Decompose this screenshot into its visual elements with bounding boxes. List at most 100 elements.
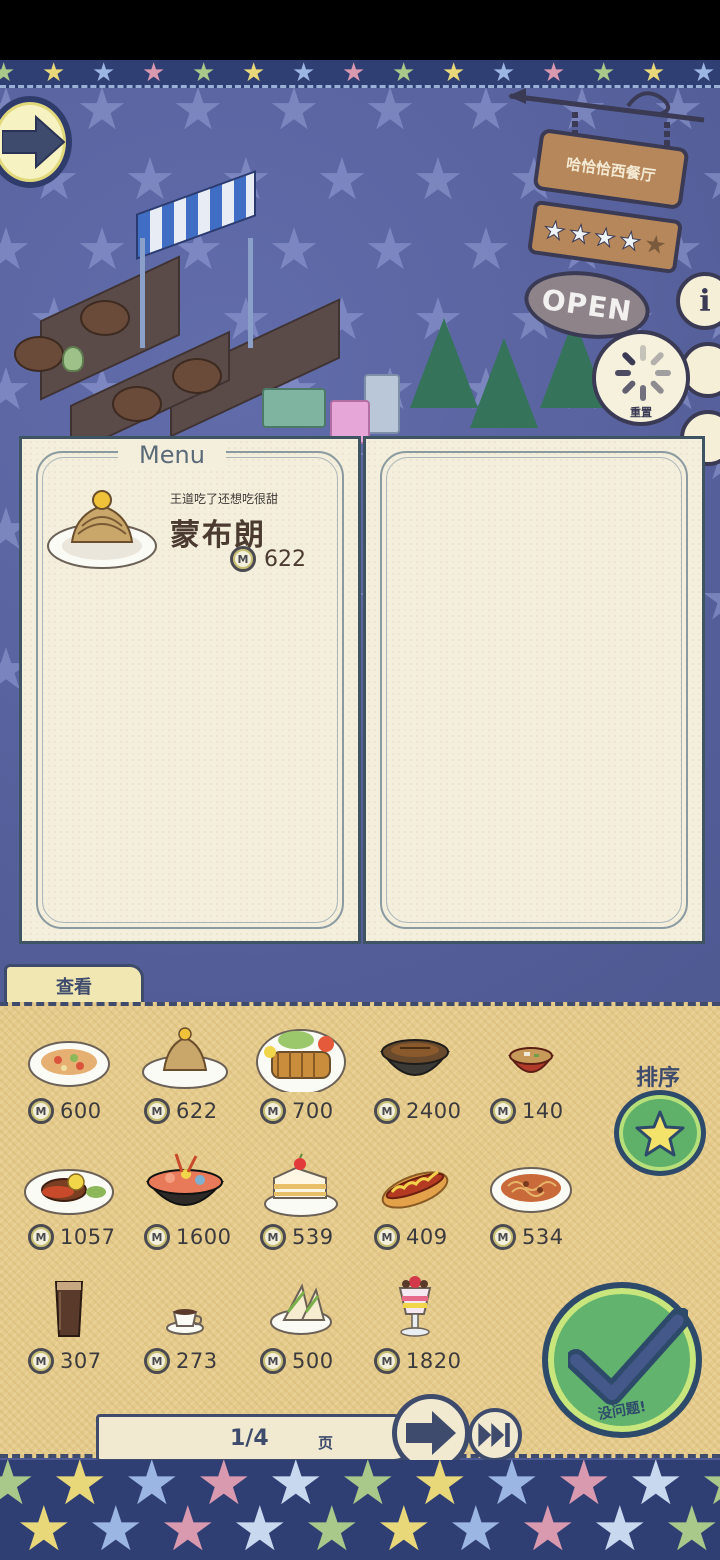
game-screen: ★ ★ ★ ★ ★ ★ ★ ★ ★ ★ ★ ★ ★ ★ ★ ★ ★ ★ ★ ★ ★ ★ ★ ★ ★ ★ ★ ★ ★ ★ ★ ★ ★ ★ ★ ★ ★ ★ ★ ★… xyxy=(0,0,720,1560)
coin-icon: M xyxy=(490,1224,516,1250)
dish-item[interactable]: M 1057 xyxy=(14,1140,126,1260)
menu-page-right xyxy=(363,436,705,944)
coin-icon: M xyxy=(144,1348,170,1374)
pot xyxy=(172,358,222,394)
spaghetti-plate-icon xyxy=(490,1167,572,1213)
border-star-icon: ★ xyxy=(342,58,366,88)
border-star-icon: ★ xyxy=(16,1492,72,1560)
skip-to-end-icon xyxy=(478,1423,510,1447)
dish-item[interactable]: M 273 xyxy=(130,1264,242,1384)
pot xyxy=(14,336,64,372)
iced-coffee-glass-icon xyxy=(54,1281,84,1337)
dish-price: M 622 xyxy=(144,1098,218,1124)
dish-price: M 140 xyxy=(490,1098,564,1124)
pot xyxy=(80,300,130,336)
dish-price: M 1057 xyxy=(28,1224,115,1250)
coin-icon: M xyxy=(374,1224,400,1250)
coffee-cup-icon xyxy=(166,1309,204,1335)
dish-price: M 700 xyxy=(260,1098,334,1124)
mont-blanc-plate-icon xyxy=(142,1027,228,1089)
border-star-icon: ★ xyxy=(642,58,666,88)
dish-price-value: 500 xyxy=(292,1349,334,1373)
awning xyxy=(136,170,256,260)
sandwich-plate-icon xyxy=(270,1283,332,1335)
dish-item[interactable]: M 700 xyxy=(246,1014,358,1134)
dish-item[interactable]: M 1600 xyxy=(130,1140,242,1260)
coin-icon: M xyxy=(28,1224,54,1250)
border-star-icon: ★ xyxy=(142,58,166,88)
dish-price-value: 409 xyxy=(406,1225,448,1249)
border-star-icon: ★ xyxy=(192,58,216,88)
dish-item[interactable]: M 500 xyxy=(246,1264,358,1384)
menu-item-price: M 622 xyxy=(230,546,306,572)
loading-spinner-icon xyxy=(615,345,671,401)
border-star-icon: ★ xyxy=(592,1492,648,1560)
coin-icon: M xyxy=(374,1348,400,1374)
sort-label: 排序 xyxy=(636,1066,681,1091)
dish-price: M 500 xyxy=(260,1348,334,1374)
dish-item[interactable]: M 307 xyxy=(14,1264,126,1384)
dish-price-value: 1820 xyxy=(406,1349,462,1373)
border-star-icon: ★ xyxy=(304,1492,360,1560)
rating-star-filled-icon: ★ xyxy=(541,214,568,247)
page-unit: 页 xyxy=(318,1434,334,1452)
dish-price: M 409 xyxy=(374,1224,448,1250)
border-star-icon: ★ xyxy=(492,58,516,88)
dish-price: M 2400 xyxy=(374,1098,461,1124)
reset-button[interactable]: 重置 xyxy=(592,330,690,426)
dish-price-value: 1600 xyxy=(176,1225,232,1249)
dish-price: M 534 xyxy=(490,1224,564,1250)
border-star-icon: ★ xyxy=(664,1492,720,1560)
dish-item[interactable]: M 1820 xyxy=(360,1264,472,1384)
dish-item[interactable]: M 534 xyxy=(476,1140,588,1260)
hamburg-steak-plate-icon xyxy=(24,1169,114,1215)
dish-price-value: 622 xyxy=(176,1099,218,1123)
coin-icon: M xyxy=(144,1098,170,1124)
dish-item[interactable]: M 539 xyxy=(246,1140,358,1260)
border-star-icon: ★ xyxy=(92,58,116,88)
border-star-icon: ★ xyxy=(42,58,66,88)
dish-item[interactable]: M 622 xyxy=(130,1014,242,1134)
border-star-icon: ★ xyxy=(520,1492,576,1560)
page-frame-inner xyxy=(386,457,682,923)
border-star-icon: ★ xyxy=(88,1492,144,1560)
mixed-salad-plate-icon xyxy=(28,1041,110,1087)
sort-button[interactable] xyxy=(614,1090,706,1176)
border-star-icon: ★ xyxy=(232,1492,288,1560)
mont-blanc-icon[interactable] xyxy=(46,484,158,574)
open-label: OPEN xyxy=(539,282,635,328)
dish-item[interactable]: M 2400 xyxy=(360,1014,472,1134)
status-bar xyxy=(0,0,720,60)
border-star-icon: ★ xyxy=(292,58,316,88)
hot-dog-icon xyxy=(381,1170,449,1209)
rating-star-filled-icon: ★ xyxy=(617,224,644,257)
tree xyxy=(410,318,478,408)
dish-item[interactable]: M 409 xyxy=(360,1140,472,1260)
menu-item-description: 王道吃了还想吃很甜 xyxy=(170,492,279,506)
dish-price: M 600 xyxy=(28,1098,102,1124)
menu-item-price-value: 622 xyxy=(264,546,306,572)
border-star-icon: ★ xyxy=(0,58,16,88)
dish-item[interactable]: M 140 xyxy=(476,1014,588,1134)
coin-icon: M xyxy=(490,1098,516,1124)
border-star-icon: ★ xyxy=(448,1492,504,1560)
border-star-icon: ★ xyxy=(592,58,616,88)
restaurant-name: 哈恰恰西餐厅 xyxy=(565,154,657,185)
dish-price-value: 534 xyxy=(522,1225,564,1249)
dish-price-value: 539 xyxy=(292,1225,334,1249)
dish-price-value: 2400 xyxy=(406,1099,462,1123)
dish-price: M 539 xyxy=(260,1224,334,1250)
frog-character xyxy=(62,346,84,372)
dish-price-value: 273 xyxy=(176,1349,218,1373)
bottom-star-border: ★★★★★★★★★★★★★★★★★★★★★★ xyxy=(0,1460,720,1560)
last-page-button[interactable] xyxy=(468,1408,522,1462)
star-icon xyxy=(635,1110,685,1157)
coin-icon: M xyxy=(28,1098,54,1124)
confirm-button[interactable]: 没问题! xyxy=(542,1282,702,1438)
dish-price: M 273 xyxy=(144,1348,218,1374)
dish-price-value: 140 xyxy=(522,1099,564,1123)
dish-price: M 1820 xyxy=(374,1348,461,1374)
coin-icon: M xyxy=(28,1348,54,1374)
border-star-icon: ★ xyxy=(542,58,566,88)
dish-item[interactable]: M 600 xyxy=(14,1014,126,1134)
